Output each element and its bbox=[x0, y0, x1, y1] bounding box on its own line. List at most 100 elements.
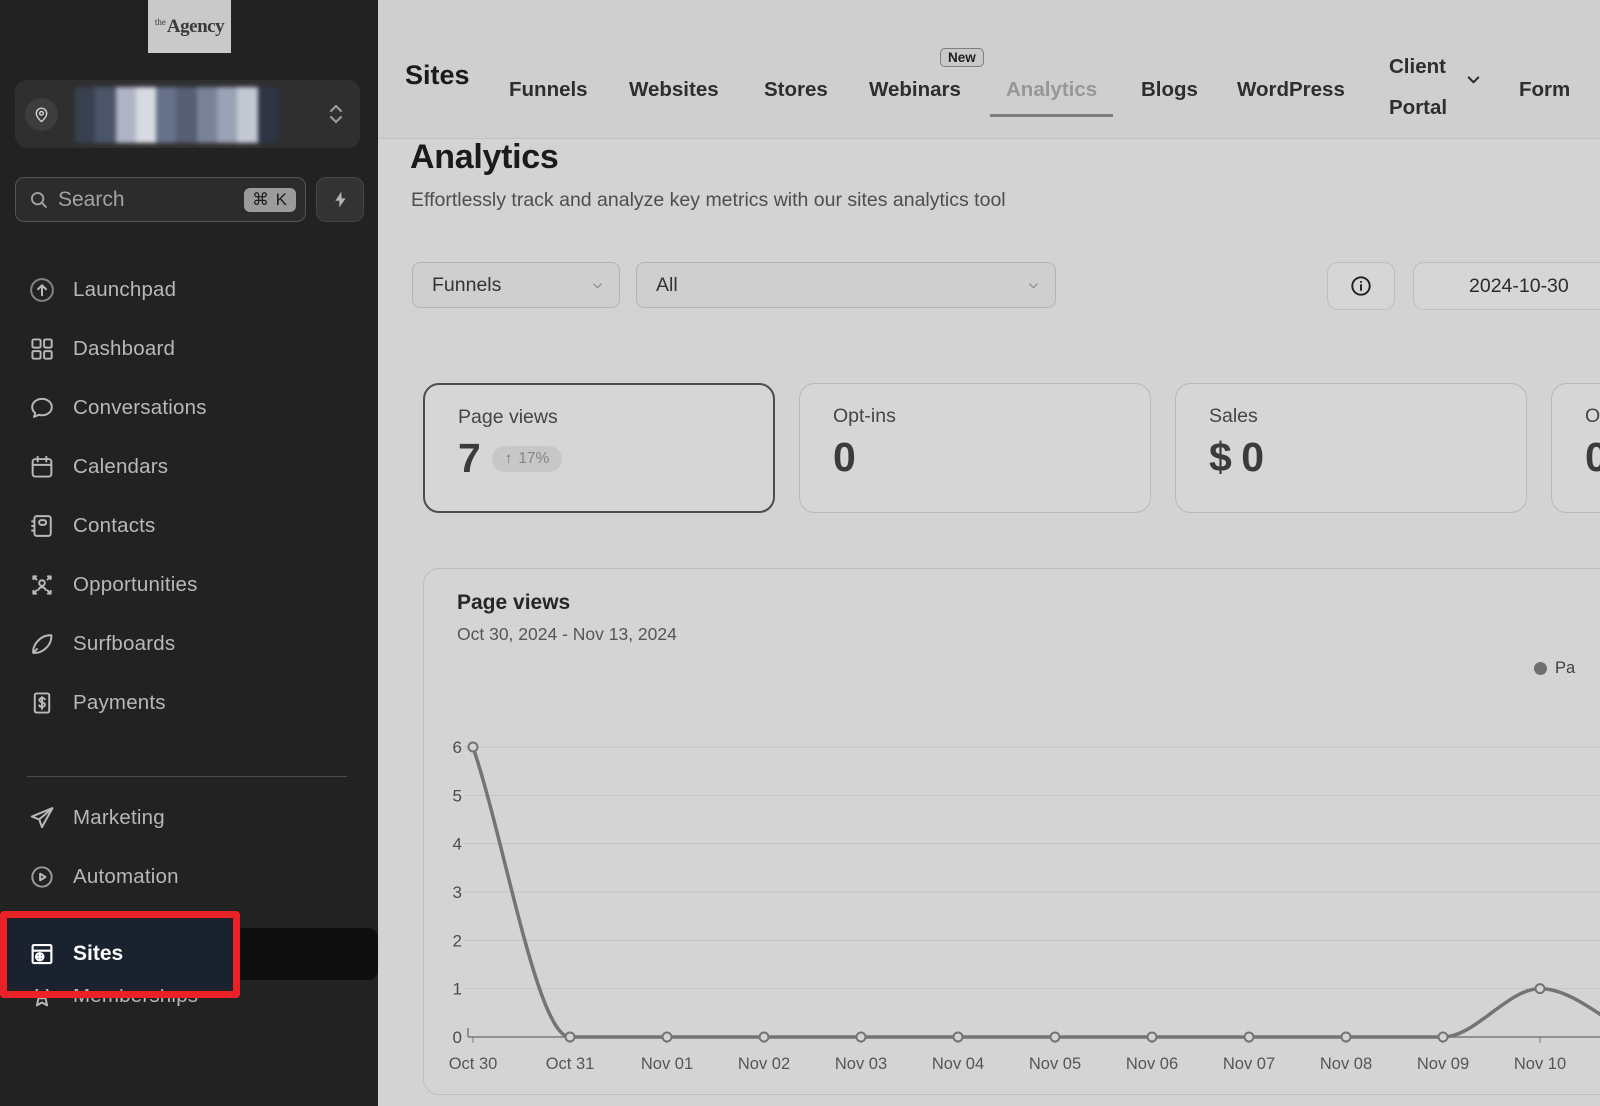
stat-label: Op bbox=[1585, 405, 1600, 428]
tab-analytics[interactable]: Analytics bbox=[1006, 78, 1097, 102]
sidebar-item-dashboard[interactable]: Dashboard bbox=[8, 319, 348, 378]
sidebar-item-label: Contacts bbox=[73, 514, 156, 538]
automation-play-icon bbox=[27, 862, 57, 892]
svg-text:Oct 31: Oct 31 bbox=[546, 1055, 595, 1073]
tab-client-portal[interactable]: Client Portal bbox=[1389, 46, 1447, 128]
svg-text:Nov 02: Nov 02 bbox=[738, 1055, 790, 1073]
sidebar-item-calendars[interactable]: Calendars bbox=[8, 437, 348, 496]
client-portal-line1: Client bbox=[1389, 46, 1447, 87]
stat-card-partial[interactable]: Op 0 bbox=[1551, 383, 1600, 513]
sidebar-item-contacts[interactable]: Contacts bbox=[8, 496, 348, 555]
nav-section-title[interactable]: Sites bbox=[405, 60, 470, 91]
svg-text:1: 1 bbox=[453, 980, 462, 999]
new-badge[interactable]: New bbox=[940, 48, 984, 67]
tab-stores[interactable]: Stores bbox=[764, 78, 828, 102]
stat-card-page-views[interactable]: Page views 7 ↑ 17% bbox=[423, 383, 775, 513]
sidebar-item-label: Surfboards bbox=[73, 632, 175, 656]
page-views-line-chart: 0123456Oct 30Oct 31Nov 01Nov 02Nov 03Nov… bbox=[424, 569, 1600, 1096]
delta-badge: ↑ 17% bbox=[492, 446, 563, 472]
info-icon bbox=[1349, 274, 1373, 298]
sidebar-item-label: Calendars bbox=[73, 455, 168, 479]
paper-plane-icon bbox=[27, 803, 57, 833]
svg-text:Nov 09: Nov 09 bbox=[1417, 1055, 1469, 1073]
stat-label: Page views bbox=[458, 406, 558, 429]
account-switcher[interactable] bbox=[15, 80, 360, 148]
search-shortcut-badge: ⌘ K bbox=[244, 188, 296, 212]
dashboard-icon bbox=[27, 334, 57, 364]
address-book-icon bbox=[27, 511, 57, 541]
date-picker[interactable]: 2024-10-30 bbox=[1413, 262, 1600, 310]
svg-text:Nov 06: Nov 06 bbox=[1126, 1055, 1178, 1073]
sidebar-item-label: Conversations bbox=[73, 396, 207, 420]
sidebar-item-launchpad[interactable]: Launchpad bbox=[8, 260, 348, 319]
sidebar-item-opportunities[interactable]: Opportunities bbox=[8, 555, 348, 614]
svg-text:3: 3 bbox=[453, 883, 462, 902]
search-placeholder: Search bbox=[58, 188, 244, 212]
stat-value: $ 0 bbox=[1209, 434, 1263, 481]
tab-funnels[interactable]: Funnels bbox=[509, 78, 588, 102]
sidebar-item-label: Dashboard bbox=[73, 337, 175, 361]
sidebar-item-label: Opportunities bbox=[73, 573, 198, 597]
stat-label: Sales bbox=[1209, 405, 1258, 428]
svg-text:Nov 08: Nov 08 bbox=[1320, 1055, 1372, 1073]
sidebar-item-marketing[interactable]: Marketing bbox=[8, 788, 348, 847]
sidebar-item-sites[interactable]: Sites bbox=[8, 919, 233, 989]
opportunities-icon bbox=[27, 570, 57, 600]
page-title: Analytics bbox=[410, 138, 558, 177]
scope-select-value: All bbox=[656, 274, 1026, 297]
sidebar-item-label: Sites bbox=[73, 942, 123, 966]
chat-bubble-icon bbox=[27, 393, 57, 423]
sidebar-item-automation[interactable]: Automation bbox=[8, 847, 348, 906]
type-select[interactable]: Funnels bbox=[412, 262, 620, 308]
sidebar-item-label: Launchpad bbox=[73, 278, 176, 302]
logo-prefix: the bbox=[155, 17, 166, 27]
arrow-up-icon: ↑ bbox=[505, 450, 513, 467]
launchpad-icon bbox=[27, 275, 57, 305]
expand-updown-icon bbox=[328, 103, 344, 130]
svg-text:Nov 04: Nov 04 bbox=[932, 1055, 984, 1073]
chevron-down-icon[interactable] bbox=[1464, 70, 1483, 94]
stat-card-sales[interactable]: Sales $ 0 bbox=[1175, 383, 1527, 513]
sidebar-item-label: Automation bbox=[73, 865, 179, 889]
logo-text: Agency bbox=[167, 16, 224, 38]
payments-icon bbox=[27, 688, 57, 718]
account-name-redacted bbox=[75, 87, 278, 143]
sidebar-divider bbox=[27, 776, 347, 777]
tab-blogs[interactable]: Blogs bbox=[1141, 78, 1198, 102]
svg-text:Nov 01: Nov 01 bbox=[641, 1055, 693, 1073]
active-tab-underline bbox=[990, 114, 1113, 117]
sidebar-item-payments[interactable]: Payments bbox=[8, 673, 348, 732]
svg-text:0: 0 bbox=[453, 1028, 462, 1047]
tab-webinars[interactable]: Webinars bbox=[869, 78, 961, 102]
tab-form[interactable]: Form bbox=[1519, 78, 1570, 102]
quick-actions-button[interactable] bbox=[316, 177, 364, 222]
delta-value: 17% bbox=[518, 450, 549, 468]
calendar-icon bbox=[27, 452, 57, 482]
date-value: 2024-10-30 bbox=[1469, 275, 1569, 298]
page-views-chart-card: Page views Oct 30, 2024 - Nov 13, 2024 P… bbox=[423, 568, 1600, 1095]
page-subtitle: Effortlessly track and analyze key metri… bbox=[411, 189, 1006, 212]
sites-browser-globe-icon bbox=[27, 939, 57, 969]
sidebar-item-conversations[interactable]: Conversations bbox=[8, 378, 348, 437]
tab-websites[interactable]: Websites bbox=[629, 78, 719, 102]
app-window: theAgency Search ⌘ K Launchpad bbox=[0, 0, 1600, 1106]
chevron-down-icon bbox=[1026, 278, 1041, 293]
info-button[interactable] bbox=[1327, 262, 1395, 310]
svg-text:6: 6 bbox=[453, 738, 462, 757]
chevron-down-icon bbox=[590, 278, 605, 293]
surfboard-icon bbox=[27, 629, 57, 659]
tab-wordpress[interactable]: WordPress bbox=[1237, 78, 1345, 102]
stat-card-opt-ins[interactable]: Opt-ins 0 bbox=[799, 383, 1151, 513]
stat-value: 7 bbox=[458, 435, 480, 482]
svg-text:2: 2 bbox=[453, 931, 462, 950]
svg-text:Nov 05: Nov 05 bbox=[1029, 1055, 1081, 1073]
sidebar-item-label: Payments bbox=[73, 691, 166, 715]
sidebar-item-surfboards[interactable]: Surfboards bbox=[8, 614, 348, 673]
stat-label: Opt-ins bbox=[833, 405, 896, 428]
search-input[interactable]: Search ⌘ K bbox=[15, 177, 306, 222]
client-portal-line2: Portal bbox=[1389, 87, 1447, 128]
sites-top-nav: Sites Funnels Websites Stores Webinars N… bbox=[378, 0, 1600, 139]
agency-logo: theAgency bbox=[148, 0, 231, 53]
scope-select[interactable]: All bbox=[636, 262, 1056, 308]
sidebar: theAgency Search ⌘ K Launchpad bbox=[0, 0, 378, 1106]
